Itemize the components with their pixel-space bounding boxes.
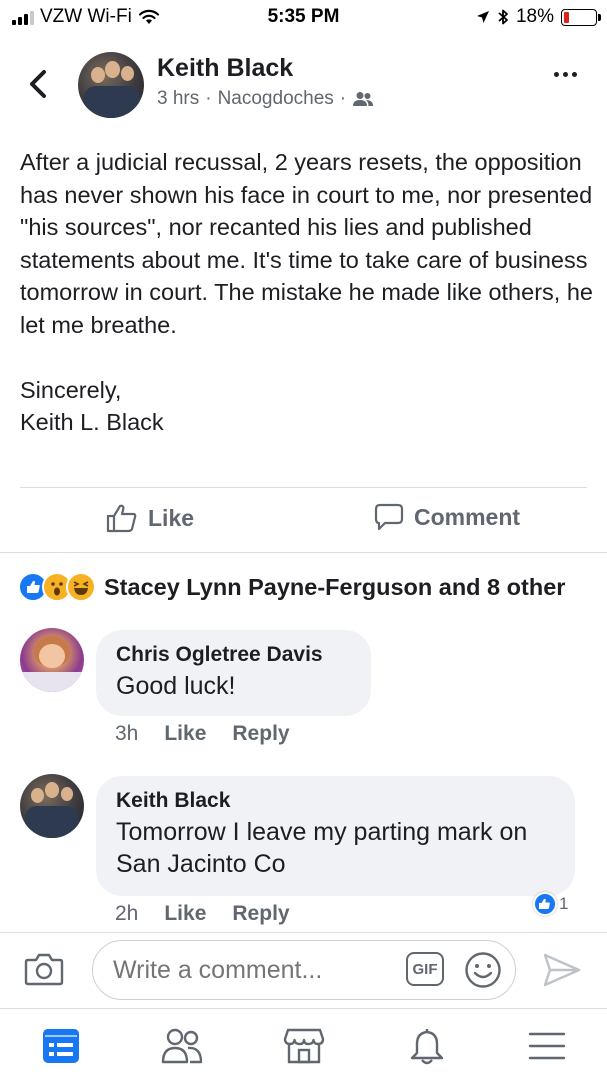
comment-bubble: Keith Black Tomorrow I leave my parting …: [96, 776, 575, 896]
post-meta: 3 hrs · Nacogdoches ·: [157, 88, 374, 110]
chevron-left-icon: [30, 70, 46, 98]
comment-actions: 3h Like Reply: [115, 722, 290, 746]
bluetooth-icon: [498, 9, 508, 25]
like-button[interactable]: Like: [106, 503, 194, 533]
emoji-icon: [465, 952, 501, 988]
reactions-names[interactable]: Stacey Lynn Payne-Ferguson and 8 other: [104, 574, 565, 601]
comment-like-button[interactable]: Like: [164, 722, 206, 746]
gif-button[interactable]: GIF: [406, 952, 444, 986]
thumbs-up-icon: [106, 504, 137, 533]
news-feed-icon: [43, 1029, 79, 1063]
meta-separator: ·: [205, 88, 212, 109]
divider: [0, 552, 607, 553]
comment-author[interactable]: Keith Black: [116, 786, 555, 816]
nav-friends[interactable]: [160, 1024, 204, 1068]
comment-icon: [374, 503, 404, 531]
back-button[interactable]: [22, 64, 56, 104]
location-arrow-icon: [476, 11, 489, 23]
author-name[interactable]: Keith Black: [157, 54, 293, 83]
friends-icon: [353, 92, 374, 106]
nav-marketplace[interactable]: [282, 1024, 326, 1068]
like-label: Like: [148, 504, 195, 531]
nav-news-feed[interactable]: [39, 1024, 83, 1068]
friends-icon: [161, 1028, 203, 1064]
more-options-button[interactable]: [554, 72, 577, 77]
nav-notifications[interactable]: [405, 1024, 449, 1068]
comment-text: Good luck!: [116, 672, 236, 700]
battery-percent: 18%: [515, 6, 554, 27]
camera-icon: [24, 953, 64, 986]
marketplace-icon: [283, 1028, 325, 1064]
like-count: 1: [559, 894, 569, 913]
menu-icon: [528, 1032, 566, 1060]
bell-icon: [410, 1028, 444, 1065]
meta-separator: ·: [339, 88, 347, 109]
status-right: 18%: [476, 6, 601, 28]
comment-reply-button[interactable]: Reply: [232, 902, 289, 926]
camera-button[interactable]: [24, 952, 64, 991]
send-icon: [543, 953, 581, 987]
comment-like-count[interactable]: 1: [533, 892, 568, 916]
divider: [0, 932, 607, 933]
post-time[interactable]: 3 hrs: [157, 88, 199, 110]
status-bar: VZW Wi-Fi 5:35 PM 18%: [0, 0, 607, 34]
send-button[interactable]: [542, 952, 582, 993]
divider: [20, 487, 587, 488]
battery-level: [564, 11, 570, 23]
comment-time: 2h: [115, 902, 139, 925]
like-reaction-icon: [533, 892, 557, 916]
comment-like-button[interactable]: Like: [164, 902, 206, 926]
author-avatar[interactable]: [78, 52, 144, 118]
comment-input[interactable]: [92, 940, 516, 1000]
comment-text: Tomorrow I leave my parting mark on San …: [116, 818, 528, 878]
comment-label: Comment: [414, 503, 521, 530]
comment-reply-button[interactable]: Reply: [232, 722, 289, 746]
post-body: After a judicial recussal, 2 years reset…: [20, 149, 593, 435]
emoji-button[interactable]: [464, 951, 502, 994]
comment-actions: 2h Like Reply: [115, 902, 290, 926]
battery-icon: [561, 8, 601, 26]
nav-menu[interactable]: [525, 1024, 569, 1068]
divider: [0, 1008, 607, 1009]
commenter-avatar[interactable]: [20, 774, 84, 838]
haha-reaction-icon: [66, 572, 96, 602]
post-location[interactable]: Nacogdoches: [218, 88, 334, 110]
comment-button[interactable]: Comment: [374, 503, 520, 531]
reactions-summary[interactable]: Stacey Lynn Payne-Ferguson and 8 other: [18, 572, 565, 602]
comment-bubble: Chris Ogletree Davis Good luck!: [96, 630, 371, 716]
comment-time: 3h: [115, 722, 139, 745]
comment-author[interactable]: Chris Ogletree Davis: [116, 640, 351, 670]
commenter-avatar[interactable]: [20, 628, 84, 692]
